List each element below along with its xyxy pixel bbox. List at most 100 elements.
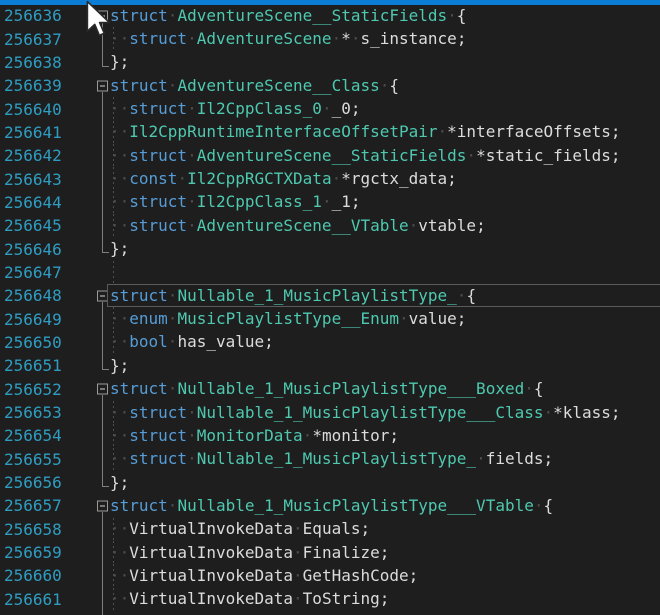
whitespace-dots: · <box>187 405 197 421</box>
code-line-text[interactable]: }; <box>110 51 129 74</box>
line-number[interactable]: 256659 <box>4 541 62 564</box>
line-number[interactable]: 256648 <box>4 284 62 307</box>
code-token: struct <box>110 8 168 24</box>
code-line-text[interactable]: }; <box>110 611 129 615</box>
line-number[interactable]: 256656 <box>4 471 62 494</box>
code-line: 256636 struct·AdventureScene__StaticField… <box>0 4 660 27</box>
code-token: Il2CppClass_1 <box>197 194 322 210</box>
code-token: MusicPlaylistType__Enum <box>177 311 399 327</box>
code-token: struct <box>129 101 187 117</box>
whitespace-dots: ·· <box>110 311 129 327</box>
line-number[interactable]: 256637 <box>4 27 62 50</box>
whitespace-dots: ·· <box>110 148 129 164</box>
fold-structure-line <box>102 486 109 487</box>
code-token: MonitorData <box>197 428 303 444</box>
whitespace-dots: · <box>168 78 178 94</box>
code-line-text[interactable]: struct·Nullable_1_MusicPlaylistType___Bo… <box>110 378 544 401</box>
code-line: 256646}; <box>0 237 660 260</box>
whitespace-dots: ·· <box>110 405 129 421</box>
code-line-text[interactable]: ··struct·AdventureScene__VTable·vtable; <box>110 214 486 237</box>
line-number[interactable]: 256662 <box>4 611 62 615</box>
code-line-text[interactable]: ··bool·has_value; <box>110 331 274 354</box>
code-token: }; <box>110 358 129 374</box>
fold-collapse-button[interactable] <box>97 80 108 91</box>
code-token: Nullable_1_MusicPlaylistType___VTable <box>177 498 533 514</box>
line-number[interactable]: 256645 <box>4 214 62 237</box>
code-line-text[interactable]: ··const·Il2CppRGCTXData·*rgctx_data; <box>110 167 457 190</box>
code-line-text[interactable]: struct·Nullable_1_MusicPlaylistType___VT… <box>110 494 553 517</box>
code-line-text[interactable]: ··VirtualInvokeData·Finalize; <box>110 541 389 564</box>
code-line-text[interactable]: ··Il2CppRuntimeInterfaceOffsetPair·*inte… <box>110 121 621 144</box>
fold-collapse-button[interactable] <box>97 500 108 511</box>
code-line-text[interactable]: ··struct·MonitorData·*monitor; <box>110 424 399 447</box>
code-line-text[interactable]: struct·AdventureScene__Class·{ <box>110 74 399 97</box>
line-number[interactable]: 256661 <box>4 588 62 611</box>
whitespace-dots: ·· <box>110 568 129 584</box>
code-token: { <box>389 78 399 94</box>
fold-structure-line <box>102 588 103 611</box>
whitespace-dots: · <box>332 31 342 47</box>
line-number[interactable]: 256641 <box>4 121 62 144</box>
code-line-text[interactable]: ··struct·AdventureScene·*·s_instance; <box>110 27 466 50</box>
line-number[interactable]: 256647 <box>4 261 62 284</box>
whitespace-dots: · <box>168 8 178 24</box>
line-number[interactable]: 256646 <box>4 237 62 260</box>
fold-collapse-button[interactable] <box>97 10 108 21</box>
code-token: Nullable_1_MusicPlaylistType___Boxed <box>177 381 524 397</box>
code-token: *rgctx_data; <box>341 171 457 187</box>
code-line-text[interactable]: ··struct·Nullable_1_MusicPlaylistType_·f… <box>110 448 553 471</box>
code-line-text[interactable]: ··struct·Il2CppClass_0·_0; <box>110 97 360 120</box>
code-token: Il2CppClass_0 <box>197 101 322 117</box>
line-number[interactable]: 256643 <box>4 167 62 190</box>
code-line-text[interactable]: ··VirtualInvokeData·ToString; <box>110 588 389 611</box>
whitespace-dots: ·· <box>110 545 129 561</box>
code-token: GetHashCode; <box>303 568 419 584</box>
code-token: struct <box>110 288 168 304</box>
code-line-text[interactable]: }; <box>110 471 129 494</box>
line-number[interactable]: 256655 <box>4 448 62 471</box>
line-number[interactable]: 256653 <box>4 401 62 424</box>
fold-structure-line <box>102 237 103 253</box>
line-number[interactable]: 256636 <box>4 4 62 27</box>
code-area: 256636struct·AdventureScene__StaticField… <box>0 4 660 615</box>
code-line-text[interactable]: }; <box>110 354 129 377</box>
line-number[interactable]: 256652 <box>4 378 62 401</box>
code-line-text[interactable]: ··struct·Il2CppClass_1·_1; <box>110 191 360 214</box>
code-line-text[interactable]: }; <box>110 237 129 260</box>
line-number[interactable]: 256657 <box>4 494 62 517</box>
line-number[interactable]: 256639 <box>4 74 62 97</box>
whitespace-dots: · <box>293 568 303 584</box>
fold-collapse-button[interactable] <box>97 290 108 301</box>
line-number[interactable]: 256638 <box>4 51 62 74</box>
code-line-text[interactable]: ··struct·AdventureScene__StaticFields·*s… <box>110 144 621 167</box>
code-line-text[interactable]: ··struct·Nullable_1_MusicPlaylistType___… <box>110 401 621 424</box>
line-number[interactable]: 256649 <box>4 307 62 330</box>
code-line-text[interactable]: struct·AdventureScene__StaticFields·{ <box>110 4 466 27</box>
code-line: 256651}; <box>0 354 660 377</box>
code-line: 256647 <box>0 261 660 284</box>
fold-structure-line <box>102 354 103 370</box>
line-number[interactable]: 256644 <box>4 191 62 214</box>
line-number[interactable]: 256642 <box>4 144 62 167</box>
code-line-text[interactable]: ··VirtualInvokeData·GetHashCode; <box>110 564 418 587</box>
code-editor-window: 256636struct·AdventureScene__StaticField… <box>0 0 660 615</box>
fold-structure-line <box>102 424 103 447</box>
code-line-text[interactable]: struct·Nullable_1_MusicPlaylistType_·{ <box>110 284 476 307</box>
whitespace-dots: · <box>543 405 553 421</box>
code-line-text[interactable]: ··enum·MusicPlaylistType__Enum·value; <box>110 307 466 330</box>
line-number[interactable]: 256640 <box>4 97 62 120</box>
line-number[interactable]: 256650 <box>4 331 62 354</box>
fold-collapse-button[interactable] <box>97 384 108 395</box>
fold-structure-line <box>102 144 103 167</box>
line-number[interactable]: 256660 <box>4 564 62 587</box>
line-number[interactable]: 256654 <box>4 424 62 447</box>
whitespace-dots: · <box>476 451 486 467</box>
code-token: { <box>457 8 467 24</box>
line-number[interactable]: 256651 <box>4 354 62 377</box>
code-line-text[interactable]: ··VirtualInvokeData·Equals; <box>110 518 370 541</box>
code-token: AdventureScene__StaticFields <box>177 8 447 24</box>
whitespace-dots: · <box>303 428 313 444</box>
whitespace-dots: ·· <box>110 451 129 467</box>
fold-structure-line <box>102 564 103 587</box>
line-number[interactable]: 256658 <box>4 518 62 541</box>
